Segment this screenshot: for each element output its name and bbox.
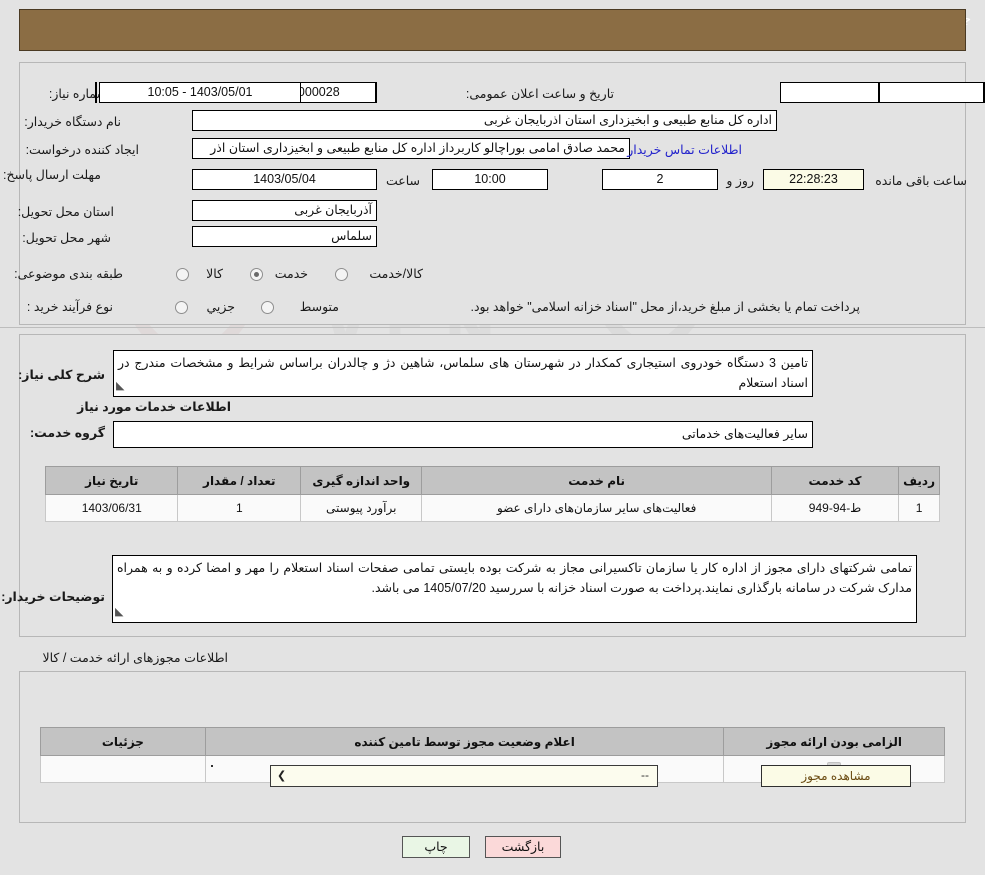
th-date: تاریخ نیاز [46, 467, 178, 495]
buyer-notes-label: توضیحات خریدار: [1, 589, 105, 604]
announce-datetime-value: 1403/05/01 - 10:05 [99, 82, 301, 103]
th-unit: واحد اندازه گیری [301, 467, 422, 495]
th-quantity: تعداد / مقدار [178, 467, 301, 495]
back-button[interactable]: بازگشت [485, 836, 561, 858]
countdown-timer-value: 22:28:23 [763, 169, 864, 190]
radio-process-motavaset-label: متوسط [300, 299, 339, 314]
permit-status-select[interactable]: -- ❯ [270, 765, 658, 787]
permit-status-value: -- [641, 768, 649, 782]
delivery-province-value: آذربایجان غربی [192, 200, 377, 221]
services-table: ردیف کد خدمت نام خدمت واحد اندازه گیری ت… [45, 466, 940, 522]
request-creator-value: محمد صادق امامی بوراچالو کاربرداز اداره … [192, 138, 630, 159]
radio-process-jozii[interactable] [175, 301, 188, 314]
cell-code: ط-94-949 [771, 495, 898, 522]
cell-permit-details [41, 756, 206, 783]
deadline-label: مهلت ارسال پاسخ: تا تاریخ: [0, 168, 101, 183]
service-group-value: سایر فعالیت‌های خدماتی [113, 421, 813, 448]
deadline-time-value: 10:00 [432, 169, 548, 190]
table-row: 1 ط-94-949 فعالیت‌های سایر سازمان‌های دا… [46, 495, 940, 522]
deadline-date-value: 1403/05/04 [192, 169, 377, 190]
services-section-title: اطلاعات خدمات مورد نیاز [77, 399, 231, 414]
payment-note: پرداخت تمام یا بخشی از مبلغ خرید،از محل … [470, 299, 860, 314]
purchase-process-label: نوع فرآیند خرید : [27, 299, 113, 314]
delivery-city-value: سلماس [192, 226, 377, 247]
deadline-hour-label: ساعت [386, 173, 420, 188]
request-creator-label: ایجاد کننده درخواست: [26, 142, 139, 157]
cell-name: فعالیت‌های سایر سازمان‌های دارای عضو [422, 495, 772, 522]
subject-category-label: طبقه بندی موضوعی: [14, 266, 123, 281]
view-permit-button[interactable]: مشاهده مجوز [761, 765, 911, 787]
remaining-days-label: روز و [726, 173, 754, 188]
remaining-days-value: 2 [602, 169, 718, 190]
general-description-value: تامین 3 دستگاه خودروی استیجاری کمکدار در… [118, 356, 808, 390]
buyer-contact-link[interactable]: اطلاعات تماس خریدار [627, 142, 742, 157]
cell-date: 1403/06/31 [46, 495, 178, 522]
resize-grip-icon[interactable]: ◢ [116, 376, 124, 396]
print-button[interactable]: چاپ [402, 836, 470, 858]
resize-grip-icon[interactable]: ◢ [115, 602, 123, 622]
buyer-notes-value: تمامی شرکتهای دارای مجوز از اداره کار یا… [117, 561, 912, 595]
radio-category-kala[interactable] [176, 268, 189, 281]
remaining-hours-label: ساعت باقی مانده [875, 173, 967, 188]
service-group-label: گروه خدمت: [30, 425, 105, 440]
buyer-org-label: نام دستگاه خریدار: [24, 114, 121, 129]
services-table-header-row: ردیف کد خدمت نام خدمت واحد اندازه گیری ت… [46, 467, 940, 495]
radio-category-kala-label: کالا [206, 266, 223, 281]
cell-quantity: 1 [178, 495, 301, 522]
cell-unit: برآورد پیوستی [301, 495, 422, 522]
radio-category-kala-khedmat[interactable] [335, 268, 348, 281]
delivery-province-label: استان محل تحویل: [18, 204, 114, 219]
chevron-down-icon: ❯ [277, 769, 286, 782]
buyer-notes-textarea[interactable]: تمامی شرکتهای دارای مجوز از اداره کار یا… [112, 555, 917, 623]
radio-process-motavaset[interactable] [261, 301, 274, 314]
th-code: کد خدمت [771, 467, 898, 495]
th-permit-required: الزامی بودن ارائه مجوز [724, 728, 945, 756]
radio-process-jozii-label: جزیي [206, 299, 235, 314]
page-header-band [19, 9, 966, 51]
announce-datetime-label: تاریخ و ساعت اعلان عمومی: [466, 86, 614, 101]
permits-section-title: اطلاعات مجوزهای ارائه خدمت / کالا [42, 650, 228, 665]
radio-category-kala-khedmat-label: کالا/خدمت [369, 266, 423, 281]
delivery-city-label: شهر محل تحویل: [22, 230, 111, 245]
th-permit-status: اعلام وضعیت مجوز توسط تامین کننده [205, 728, 724, 756]
radio-category-khedmat-label: خدمت [275, 266, 308, 281]
cell-row: 1 [899, 495, 940, 522]
th-permit-details: جزئیات [41, 728, 206, 756]
radio-category-khedmat[interactable] [250, 268, 263, 281]
buyer-org-value: اداره کل منابع طبیعی و ابخیزداری استان ا… [192, 110, 777, 131]
th-row: ردیف [899, 467, 940, 495]
th-name: نام خدمت [422, 467, 772, 495]
permits-table-header-row: الزامی بودن ارائه مجوز اعلام وضعیت مجوز … [41, 728, 945, 756]
general-description-label: شرح کلی نیاز: [18, 367, 105, 382]
tender-detail-page: AriaTender.net جزئیات اطلاعات نیاز شماره… [0, 0, 985, 875]
divider-top [0, 327, 985, 328]
general-description-textarea[interactable]: تامین 3 دستگاه خودروی استیجاری کمکدار در… [113, 350, 813, 397]
